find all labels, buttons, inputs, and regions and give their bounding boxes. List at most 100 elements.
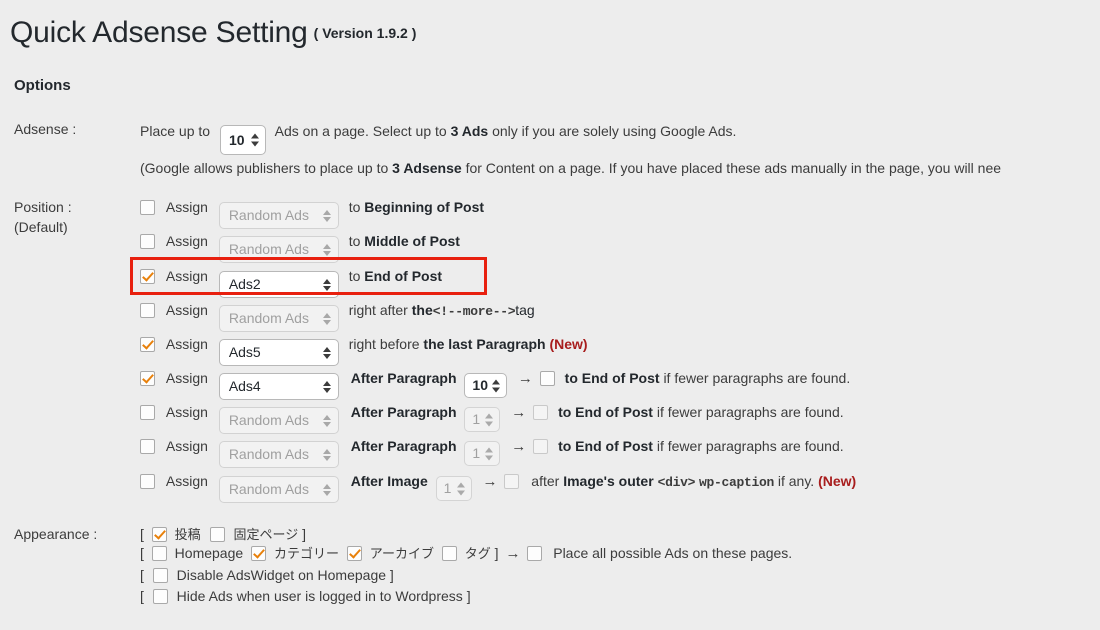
after-paragraph-label-1: After Paragraph: [350, 370, 457, 386]
fallback-checkbox-1[interactable]: [539, 371, 555, 386]
stepper-arrows-icon[interactable]: [250, 133, 259, 148]
stepper-arrows-icon[interactable]: [491, 378, 500, 393]
target-more-tag-tail: tag: [515, 302, 535, 318]
assign-checkbox-paragraph-2[interactable]: [140, 405, 155, 420]
ads-select-end[interactable]: Ads2: [218, 271, 339, 298]
category-checkbox[interactable]: [251, 546, 267, 561]
assign-checkbox-more-tag[interactable]: [140, 303, 155, 318]
ads-select-more-tag[interactable]: Random Ads: [218, 305, 339, 332]
position-row-beginning: Assign Random Ads to Beginning of Post: [140, 197, 484, 229]
select-arrows-icon[interactable]: [322, 345, 331, 361]
select-arrows-icon[interactable]: [322, 277, 331, 293]
select-arrows-icon[interactable]: [322, 379, 331, 395]
ads-select-middle[interactable]: Random Ads: [218, 236, 339, 263]
select-arrows-icon[interactable]: [322, 482, 331, 498]
image-fallback-checkbox[interactable]: [504, 474, 520, 489]
stepper-arrows-icon[interactable]: [456, 481, 465, 496]
ads-count-stepper[interactable]: 10: [219, 125, 266, 155]
arrow-icon-1: →: [517, 370, 533, 387]
appearance-line-4: [ Hide Ads when user is logged in to Wor…: [140, 586, 471, 606]
page-type-label: 固定ページ: [233, 528, 299, 543]
tag-label: タグ: [464, 547, 491, 562]
select-arrows-icon[interactable]: [322, 242, 331, 258]
note-before: (Google allows publishers to place up to: [140, 160, 389, 176]
position-row-after-paragraph-1: Assign Ads4 After Paragraph 10 → to End …: [140, 368, 850, 400]
disable-adswidget-label: Disable AdsWidget on Homepage: [176, 567, 387, 583]
wp-caption-code: wp-caption: [698, 475, 774, 490]
arrow-icon-image: →: [482, 473, 498, 490]
select-arrows-icon[interactable]: [322, 208, 331, 224]
fallback-checkbox-3[interactable]: [533, 439, 549, 454]
homepage-checkbox[interactable]: [151, 546, 167, 561]
adsense-count-line: Place up to 10 Ads on a page. Select up …: [140, 121, 736, 155]
assign-checkbox-image[interactable]: [140, 474, 155, 489]
ads-select-beginning[interactable]: Random Ads: [218, 202, 339, 229]
bracket-open-3: [: [140, 567, 144, 583]
stepper-arrows-icon[interactable]: [485, 412, 494, 427]
assign-checkbox-middle[interactable]: [140, 234, 155, 249]
paragraph-number-stepper-1[interactable]: 10: [464, 373, 507, 398]
ads-select-paragraph-2[interactable]: Random Ads: [218, 407, 339, 434]
position-row-middle: Assign Random Ads to Middle of Post: [140, 231, 460, 263]
select-arrows-icon[interactable]: [322, 311, 331, 327]
position-row-after-image: Assign Random Ads After Image 1 → after …: [140, 471, 856, 503]
paragraph-number-stepper-2[interactable]: 1: [464, 407, 501, 432]
ads-select-beginning-value: Random Ads: [228, 207, 309, 223]
assign-label-paragraph-3: Assign: [165, 438, 208, 454]
hide-ads-logged-in-checkbox[interactable]: [152, 589, 168, 604]
category-label: カテゴリー: [273, 547, 339, 562]
to-label-middle: to: [348, 233, 361, 249]
position-row-end: Assign Ads2 to End of Post: [140, 266, 442, 298]
stepper-arrows-icon[interactable]: [485, 446, 494, 461]
assign-label-beginning: Assign: [165, 199, 208, 215]
after-paragraph-label-2: After Paragraph: [350, 404, 457, 420]
quick-adsense-settings-page: Quick Adsense Setting ( Version 1.9.2 ) O…: [0, 0, 1100, 630]
bracket-close-2: ]: [494, 545, 499, 561]
position-row-after-paragraph-3: Assign Random Ads After Paragraph 1 → to…: [140, 436, 844, 468]
tag-checkbox[interactable]: [441, 546, 457, 561]
place-up-to-label: Place up to: [140, 123, 211, 139]
ads-select-paragraph-1[interactable]: Ads4: [218, 373, 339, 400]
paragraph-number-value-2: 1: [472, 411, 481, 427]
assign-checkbox-end[interactable]: [140, 269, 155, 284]
page-title: Quick Adsense Setting ( Version 1.9.2 ): [10, 16, 416, 50]
appearance-line-3: [ Disable AdsWidget on Homepage ]: [140, 565, 394, 585]
ads-select-image[interactable]: Random Ads: [218, 476, 339, 503]
note-after: for Content on a page. If you have place…: [465, 160, 1002, 176]
assign-label-more-tag: Assign: [165, 302, 208, 318]
new-badge-image: (New): [818, 473, 857, 489]
page-type-checkbox[interactable]: [209, 527, 225, 542]
archive-checkbox[interactable]: [346, 546, 362, 561]
hide-ads-logged-in-label: Hide Ads when user is logged in to Wordp…: [176, 588, 463, 604]
select-arrows-icon[interactable]: [322, 413, 331, 429]
assign-checkbox-paragraph-3[interactable]: [140, 439, 155, 454]
target-last-paragraph: the last Paragraph: [423, 336, 546, 352]
image-number-value: 1: [443, 480, 452, 496]
select-arrows-icon[interactable]: [322, 447, 331, 463]
assign-checkbox-last-paragraph[interactable]: [140, 337, 155, 352]
target-more-tag: the: [411, 302, 433, 318]
paragraph-number-stepper-3[interactable]: 1: [464, 441, 501, 466]
bracket-open-1: [: [140, 526, 144, 542]
after-text-image: after: [531, 473, 560, 489]
ads-select-last-paragraph[interactable]: Ads5: [218, 339, 339, 366]
place-all-ads-checkbox[interactable]: [527, 546, 543, 561]
fallback-checkbox-2[interactable]: [533, 405, 549, 420]
disable-adswidget-checkbox[interactable]: [152, 568, 168, 583]
new-badge-last-paragraph: (New): [549, 336, 588, 352]
assign-label-paragraph-2: Assign: [165, 404, 208, 420]
assign-checkbox-paragraph-1[interactable]: [140, 371, 155, 386]
more-tag-code: <!--more-->: [432, 304, 516, 319]
image-outer-label: Image's outer: [563, 473, 654, 489]
position-row-more-tag: Assign Random Ads right after the<!--mor…: [140, 300, 535, 332]
post-type-checkbox[interactable]: [151, 527, 167, 542]
ads-select-paragraph-3[interactable]: Random Ads: [218, 441, 339, 468]
bracket-close-4: ]: [466, 588, 471, 604]
ads-select-paragraph-1-value: Ads4: [228, 378, 261, 394]
ads-on-page-label: Ads on a page. Select up to: [274, 123, 447, 139]
assign-checkbox-beginning[interactable]: [140, 200, 155, 215]
to-end-of-post-1: to End of Post: [564, 370, 660, 386]
image-number-stepper[interactable]: 1: [435, 476, 472, 501]
ads-count-value: 10: [228, 132, 245, 148]
ads-select-paragraph-2-value: Random Ads: [228, 412, 309, 428]
